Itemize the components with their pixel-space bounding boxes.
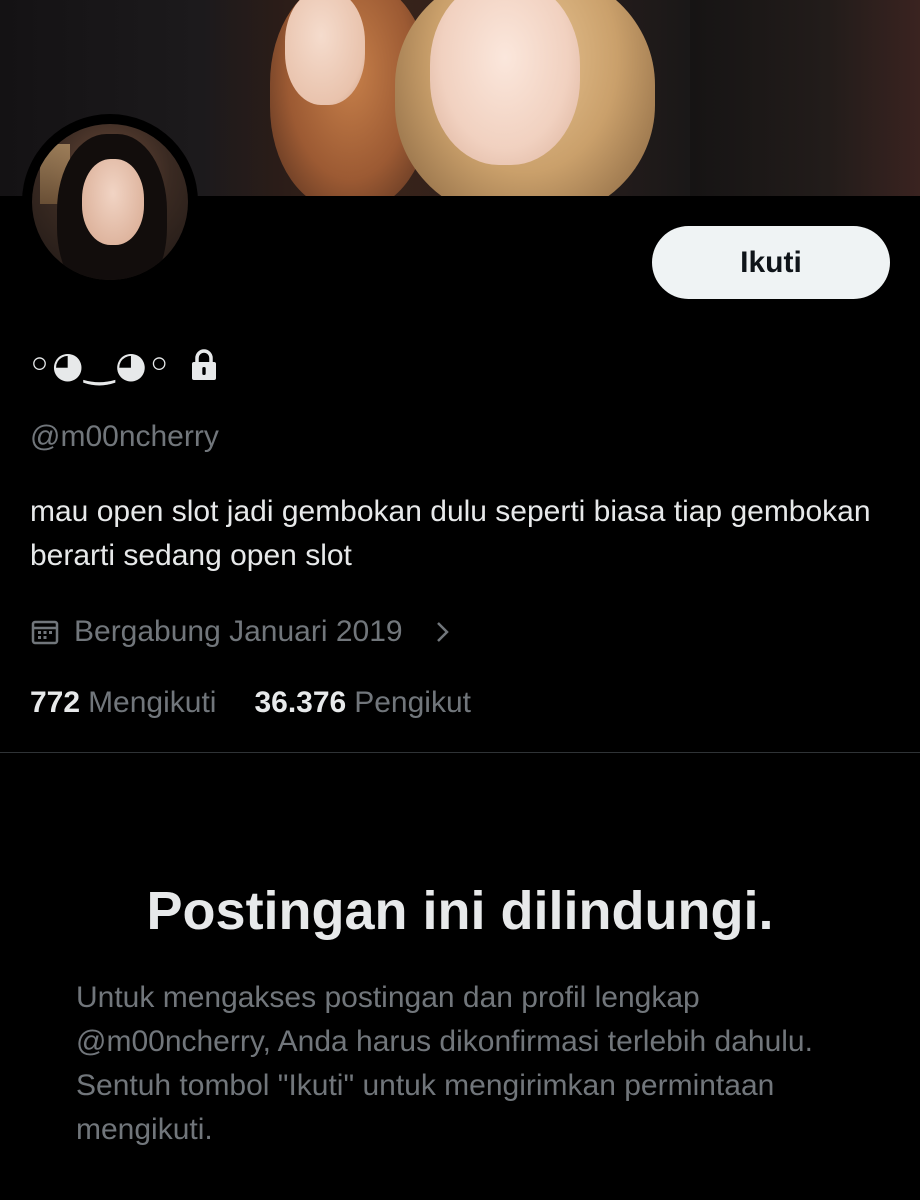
- banner-background-right: [690, 0, 920, 196]
- followers-stat[interactable]: 36.376 Pengikut: [254, 686, 471, 720]
- following-label: Mengikuti: [88, 686, 217, 719]
- profile-avatar[interactable]: [22, 114, 198, 290]
- follow-stats: 772 Mengikuti 36.376 Pengikut: [30, 686, 471, 720]
- avatar-photo: [32, 124, 188, 280]
- protected-posts-message: Untuk mengakses postingan dan profil len…: [76, 981, 813, 1146]
- joined-date-label: Bergabung Januari 2019: [74, 615, 403, 648]
- profile-handle: @m00ncherry: [30, 420, 219, 453]
- chevron-right-icon: [427, 617, 457, 647]
- followers-count: 36.376: [254, 686, 347, 719]
- joined-date-row[interactable]: Bergabung Januari 2019: [30, 612, 457, 652]
- display-name: ◦◕‿◕◦: [28, 344, 172, 386]
- followers-label: Pengikut: [354, 686, 471, 719]
- profile-bio: mau open slot jadi gembokan dulu seperti…: [30, 495, 871, 572]
- following-stat[interactable]: 772 Mengikuti: [30, 686, 216, 720]
- following-count: 772: [30, 686, 81, 719]
- calendar-icon: [30, 617, 60, 647]
- section-divider: [0, 752, 920, 753]
- display-name-row: ◦◕‿◕◦: [28, 340, 220, 390]
- avatar-face: [82, 159, 144, 245]
- lock-icon: [188, 348, 220, 382]
- protected-posts-title: Postingan ini dilindungi.: [146, 881, 774, 941]
- follow-button[interactable]: Ikuti: [652, 226, 890, 299]
- banner-person-center-face: [430, 0, 580, 165]
- banner-person-left-face: [285, 0, 365, 105]
